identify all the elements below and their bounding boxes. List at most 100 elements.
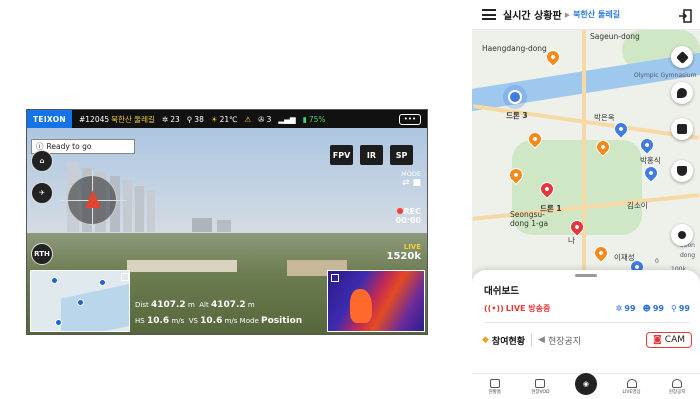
nav-live[interactable]: LIVE영상 [612,378,652,395]
people-count: ☻ 99 [642,304,664,313]
river [61,283,129,331]
drone-heading-icon [85,190,101,208]
building [135,186,144,232]
brand-logo: TEIXON [27,110,72,128]
crosshair-icon [678,231,686,239]
more-options-button[interactable]: ••• [399,113,421,125]
fpv-button[interactable]: FPV [330,145,353,165]
satellite-status: ✲ 23 [161,114,180,124]
bitrate-value: 1520k [386,251,421,262]
battery-status: ▮ 75% [302,114,326,124]
sun-icon: ☀ [210,114,218,124]
home-icon: ⌂ [39,157,45,165]
dashboard-title: 대쉬보드 [484,286,519,297]
takeoff-button[interactable]: ✈ [31,182,53,204]
shield-button[interactable] [671,160,693,182]
live-status-row: ((•)) LIVE 방송중 ✲ 99 ☻ 99 ⚲ 99 [484,303,690,314]
flight-mode-value: Position [260,316,303,326]
camera-view-button[interactable] [671,118,693,140]
drone-location-dot [55,319,62,326]
drone-marker[interactable] [508,90,522,104]
mini-map[interactable] [30,270,130,332]
drone-status-bar: TEIXON #12045 북한산 둘레길 ✲ 23 ⚲ 38 ☀ 21℃ ⚠ ✇ 3 … [27,110,427,128]
add-location-button[interactable] [671,82,693,104]
location-pin-icon: ⚲ [186,114,193,124]
nav-home[interactable]: 현황홈 [475,378,515,395]
mobile-app: 실시간 상황판 ▶ 북한산 둘레길 Haengdang-dong Sageun-… [472,0,700,399]
horizontal-speed-value: 10.6 [146,316,170,326]
tab-participation[interactable]: ◆ 참여현황 [482,334,525,347]
record-dot-icon [396,208,403,214]
live-stream-status: LIVE 1520k [386,243,421,262]
building [147,190,155,232]
expand-thermal-icon[interactable] [331,274,339,282]
live-map[interactable]: Haengdang-dong Sageun-dong Olympic Gymna… [472,30,700,285]
megaphone-icon: ◀ [538,335,545,345]
home-icon [489,378,500,388]
map-label: 김소이 [627,201,648,210]
map-label: 드론 3 [506,111,528,120]
sp-button[interactable]: SP [390,145,413,165]
record-status[interactable]: REC 00:00 [396,207,421,225]
blue-person-pin-icon[interactable] [641,163,661,183]
drone-location-dot [51,277,58,284]
cam-button[interactable]: ◙ CAM [646,332,692,348]
distance-value: 4107.2 [150,300,186,310]
thermal-camera-view[interactable] [327,270,425,332]
satellite-icon: ✲ [161,114,169,124]
layers-button[interactable] [671,46,693,68]
drag-handle[interactable] [575,274,597,277]
dashboard-tabs: ◆ 참여현황 ◀ 현장공지 ◙ CAM [482,332,692,348]
map-label: 박은옥 [594,113,615,122]
map-label: Sageun-dong [590,32,640,41]
attitude-indicator [60,170,126,232]
mission-name: 북한산 둘레길 [111,114,155,124]
shield-check-icon: ◆ [482,335,489,345]
mission-id: #12045 [79,114,110,124]
nav-center[interactable]: ◉ [566,372,606,395]
rth-button[interactable]: RTH [31,243,53,265]
my-location-button[interactable] [671,224,693,246]
breadcrumb[interactable]: 북한산 둘레길 [573,9,620,20]
drone-count-status: ✇ 3 [258,114,272,124]
nav-vod[interactable]: 현장VOD [520,378,560,395]
expand-map-icon[interactable] [121,273,129,281]
ir-button[interactable]: IR [360,145,383,165]
map-scale-start: 0 [655,258,659,265]
dashboard-panel: 대쉬보드 ((•)) LIVE 방송중 ✲ 99 ☻ 99 ⚲ 99 ◆ 참여현황 [472,270,700,373]
live-broadcast-status[interactable]: ((•)) LIVE 방송중 [484,303,550,314]
camera-icon [677,124,687,134]
broadcast-icon: ((•)) [484,304,504,313]
menu-icon[interactable] [482,7,496,23]
tab-separator [531,334,533,346]
screenshot-stage: TEIXON #12045 북한산 둘레길 ✲ 23 ⚲ 38 ☀ 21℃ ⚠ ✇ 3 … [0,0,700,399]
camera-icon: ◙ [653,335,662,345]
status-counts: ✲ 99 ☻ 99 ⚲ 99 [616,304,690,313]
tab-notice[interactable]: ◀ 현장공지 [538,334,581,347]
thermal-hotspot [350,289,372,323]
breadcrumb-arrow-icon: ▶ [564,10,571,19]
bell-icon [672,378,683,388]
map-label: 박홍식 [640,156,661,165]
live-signal-icon [626,378,637,388]
map-label: Seongsu-dong 1-ga [510,210,549,228]
divider [484,322,690,323]
building [127,260,237,272]
camera-mode-toggle[interactable]: MODE ⇄ ■ [401,170,421,188]
exit-icon[interactable] [678,8,692,23]
building [217,220,231,232]
map-label: Haengdang-dong [482,44,547,53]
shield-icon [677,166,687,176]
home-button[interactable]: ⌂ [31,150,53,172]
record-time: 00:00 [395,216,421,225]
altitude-value: 4107.2 [210,300,246,310]
add-pin-icon [677,88,687,98]
orange-location-pin-icon[interactable] [591,243,611,263]
layers-icon [675,50,689,64]
nav-notice[interactable]: 현장공지 [657,378,697,395]
building [123,180,132,232]
drone-icon: ✇ [258,114,265,124]
telemetry-readout: Dist 4107.2 m Alt 4107.2 m HS 10.6 m/s V… [135,300,303,326]
drone-icon: ✲ [615,304,623,313]
location-count: ⚲ 99 [671,304,690,313]
